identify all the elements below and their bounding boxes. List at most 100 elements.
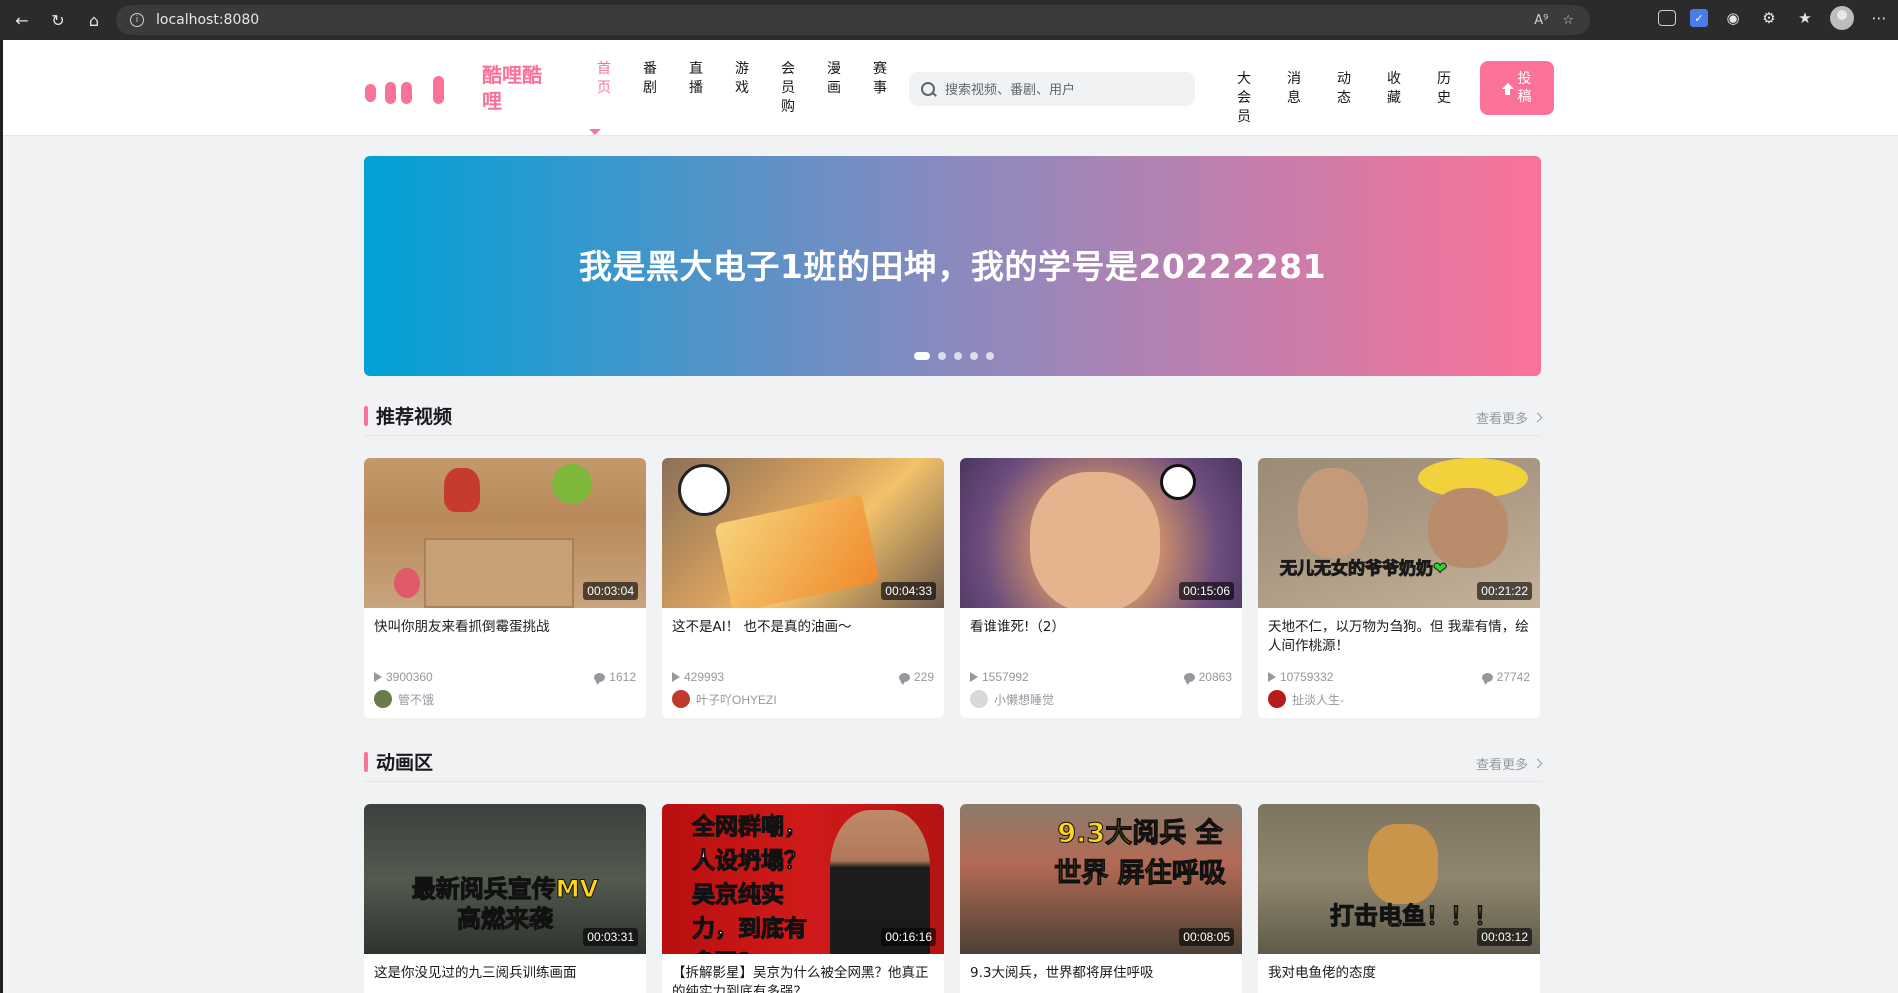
carousel-dot[interactable] xyxy=(938,352,946,360)
comment-count: 20863 xyxy=(1198,670,1232,684)
author-name: 叶子吖OHYEZI xyxy=(696,692,777,707)
comment-icon xyxy=(898,672,910,685)
site-info-icon[interactable]: i xyxy=(130,13,144,27)
video-thumbnail[interactable]: 打击电鱼！！！ 00:03:12 xyxy=(1258,804,1540,954)
section-recommended-header: 推荐视频 查看更多 xyxy=(364,396,1543,436)
favorites-icon[interactable]: ★ xyxy=(1794,7,1816,29)
nav-comics[interactable]: 漫画 xyxy=(811,60,857,117)
thumbnail-figure xyxy=(444,468,480,512)
author-name: 管不饿 xyxy=(398,692,435,707)
video-card[interactable]: 最新阅兵宣传MV 高燃来袭 00:03:31 这是你没见过的九三阅兵训练画面 xyxy=(364,804,646,993)
video-thumbnail[interactable]: 9.3大阅兵 全世界 屏住呼吸 00:08:05 xyxy=(960,804,1242,954)
home-icon[interactable]: ⌂ xyxy=(80,6,108,34)
see-more-link[interactable]: 查看更多 xyxy=(1475,408,1543,427)
upload-button[interactable]: 投稿 xyxy=(1480,61,1554,115)
nav-live[interactable]: 直播 xyxy=(673,60,719,117)
video-thumbnail[interactable]: 00:04:33 xyxy=(662,458,944,608)
video-thumbnail[interactable]: 最新阅兵宣传MV 高燃来袭 00:03:31 xyxy=(364,804,646,954)
video-thumbnail[interactable]: 00:03:04 xyxy=(364,458,646,608)
video-title[interactable]: 天地不仁，以万物为刍狗。但 我辈有情，绘人间作桃源！ xyxy=(1258,608,1540,664)
page: 酷哩酷哩 首页 番剧 直播 游戏 会员购 漫画 赛事 大会员 消息 动态 收藏 … xyxy=(0,40,1898,993)
video-author[interactable]: 管不饿 xyxy=(364,684,646,718)
nav-events[interactable]: 赛事 xyxy=(857,60,903,117)
more-menu-icon[interactable]: ⋯ xyxy=(1868,7,1890,29)
video-author[interactable]: 扯淡人生- xyxy=(1258,684,1540,718)
video-card[interactable]: 00:04:33 这不是AI！ 也不是真的油画～ 429993 229 叶子吖O… xyxy=(662,458,944,718)
comment-count: 1612 xyxy=(609,670,636,684)
tab-actions-icon[interactable] xyxy=(1658,10,1676,26)
nav-bangumi[interactable]: 番剧 xyxy=(627,60,673,117)
video-card[interactable]: 无儿无女的爷爷奶奶❤ 00:21:22 天地不仁，以万物为刍狗。但 我辈有情，绘… xyxy=(1258,458,1540,718)
banner-text: 我是黑大电子1班的田坤，我的学号是20222281 xyxy=(578,247,1327,286)
video-card[interactable]: 全网群嘲，人设坍塌？吴京纯实力，到底有多强？ 00:16:16 【拆解影星】吴京… xyxy=(662,804,944,993)
nav-home[interactable]: 首页 xyxy=(581,60,627,117)
author-avatar xyxy=(374,690,392,708)
browser-toolbar: ← ↻ ⌂ i localhost:8080 A⁹ ☆ ✓ ◉ ⚙ ★ ⋯ xyxy=(0,0,1898,40)
logo-icon[interactable] xyxy=(365,76,444,104)
play-count-icon xyxy=(374,672,382,682)
nav-history[interactable]: 历史 xyxy=(1419,70,1469,127)
thumbnail-caption: 9.3大阅兵 全世界 屏住呼吸 xyxy=(1054,818,1226,890)
back-icon[interactable]: ← xyxy=(8,6,36,34)
extension-icon[interactable]: ✓ xyxy=(1690,9,1708,27)
reload-icon[interactable]: ↻ xyxy=(44,6,72,34)
animation-grid: 最新阅兵宣传MV 高燃来袭 00:03:31 这是你没见过的九三阅兵训练画面 全… xyxy=(364,804,1541,993)
video-thumbnail[interactable]: 00:15:06 xyxy=(960,458,1242,608)
video-author[interactable]: 叶子吖OHYEZI xyxy=(662,684,944,718)
site-name[interactable]: 酷哩酷哩 xyxy=(482,62,546,114)
extensions-puzzle-icon[interactable]: ⚙ xyxy=(1758,7,1780,29)
video-card[interactable]: 打击电鱼！！！ 00:03:12 我对电鱼佬的态度 xyxy=(1258,804,1540,993)
video-author[interactable]: 小懒想睡觉 xyxy=(960,684,1242,718)
search-icon[interactable] xyxy=(921,82,935,96)
video-duration: 00:16:16 xyxy=(881,928,936,946)
section-animation-header: 动画区 查看更多 xyxy=(364,742,1543,782)
thumbnail-caption: 无儿无女的爷爷奶奶❤ xyxy=(1279,559,1448,580)
video-title[interactable]: 我对电鱼佬的态度 xyxy=(1258,954,1540,993)
profile-avatar[interactable] xyxy=(1830,6,1854,30)
nav-games[interactable]: 游戏 xyxy=(719,60,765,117)
main-nav: 首页 番剧 直播 游戏 会员购 漫画 赛事 xyxy=(581,60,903,117)
author-avatar xyxy=(1268,690,1286,708)
video-thumbnail[interactable]: 无儿无女的爷爷奶奶❤ 00:21:22 xyxy=(1258,458,1540,608)
video-title[interactable]: 看谁谁死!（2） xyxy=(960,608,1242,664)
address-bar[interactable]: i localhost:8080 A⁹ ☆ xyxy=(116,5,1590,35)
play-count-icon xyxy=(970,672,978,682)
upload-label: 投稿 xyxy=(1517,71,1532,105)
play-count-icon xyxy=(1268,672,1276,682)
carousel-dot[interactable] xyxy=(914,352,930,360)
video-title[interactable]: 快叫你朋友来看抓倒霉蛋挑战 xyxy=(364,608,646,664)
video-stats: 1557992 20863 xyxy=(960,670,1242,685)
search-input[interactable] xyxy=(945,81,1175,97)
video-title[interactable]: 这是你没见过的九三阅兵训练画面 xyxy=(364,954,646,993)
see-more-label: 查看更多 xyxy=(1475,412,1528,427)
upload-icon xyxy=(1501,82,1514,96)
nav-dynamics[interactable]: 动态 xyxy=(1319,70,1369,127)
video-thumbnail[interactable]: 全网群嘲，人设坍塌？吴京纯实力，到底有多强？ 00:16:16 xyxy=(662,804,944,954)
video-duration: 00:03:12 xyxy=(1477,928,1532,946)
search-box[interactable] xyxy=(909,72,1195,106)
favorite-star-icon[interactable]: ☆ xyxy=(1562,13,1574,28)
video-stats: 429993 229 xyxy=(662,670,944,685)
section-title: 动画区 xyxy=(376,752,434,774)
carousel-dot[interactable] xyxy=(954,352,962,360)
hero-banner[interactable]: 我是黑大电子1班的田坤，我的学号是20222281 xyxy=(364,156,1541,376)
nav-favorites[interactable]: 收藏 xyxy=(1369,70,1419,127)
read-aloud-icon[interactable]: A⁹ xyxy=(1534,13,1548,28)
nav-messages[interactable]: 消息 xyxy=(1269,70,1319,127)
nav-active-indicator xyxy=(589,129,601,135)
nav-vip-shop[interactable]: 会员购 xyxy=(765,60,811,117)
comment-count: 27742 xyxy=(1496,670,1530,684)
nav-vip[interactable]: 大会员 xyxy=(1219,70,1269,127)
video-card[interactable]: 00:15:06 看谁谁死!（2） 1557992 20863 小懒想睡觉 xyxy=(960,458,1242,718)
video-title[interactable]: 【拆解影星】吴京为什么被全网黑？他真正的纯实力到底有多强？ xyxy=(662,954,944,993)
thumbnail-figure xyxy=(552,464,592,504)
carousel-dot[interactable] xyxy=(970,352,978,360)
video-title[interactable]: 这不是AI！ 也不是真的油画～ xyxy=(662,608,944,664)
carousel-dot[interactable] xyxy=(986,352,994,360)
see-more-link[interactable]: 查看更多 xyxy=(1476,754,1543,773)
video-title[interactable]: 9.3大阅兵，世界都将屏住呼吸 xyxy=(960,954,1242,993)
video-card[interactable]: 9.3大阅兵 全世界 屏住呼吸 00:08:05 9.3大阅兵，世界都将屏住呼吸 xyxy=(960,804,1242,993)
extension-shield-icon[interactable]: ◉ xyxy=(1722,7,1744,29)
thumbnail-sticker xyxy=(1160,464,1196,500)
video-card[interactable]: 00:03:04 快叫你朋友来看抓倒霉蛋挑战 3900360 1612 管不饿 xyxy=(364,458,646,718)
